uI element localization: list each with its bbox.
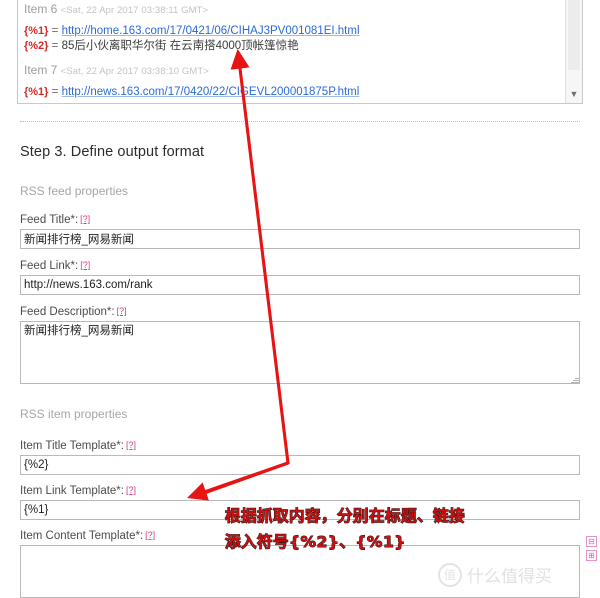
item-title-template-input[interactable] [20,455,580,475]
help-icon[interactable]: [?] [80,214,90,224]
preview-scrollbar[interactable]: ▼ [565,0,582,103]
feed-link-label-text: Feed Link*: [20,260,79,272]
preview-item-label: Item 7 [24,63,58,77]
annotation-text: 根据抓取内容，分别在标题、链接 添入符号{%2}、{%1} [225,507,466,552]
item-title-template-label: Item Title Template*: [?] [20,440,136,452]
feed-properties-section-label: RSS feed properties [20,184,129,198]
preview-item-date: <Sat, 22 Apr 2017 03:38:10 GMT> [60,66,209,77]
items-preview-content: Item 6 <Sat, 22 Apr 2017 03:38:11 GMT> {… [18,0,565,103]
item-link-template-label: Item Link Template*: [?] [20,485,136,497]
preview-field-row: {%1} = http://home.163.com/17/0421/06/CI… [24,24,559,39]
item-properties-section-label: RSS item properties [20,407,128,421]
preview-field-value-link[interactable]: http://home.163.com/17/0421/06/CIHAJ3PV0… [62,25,360,37]
preview-field-row: {%2} = 85后小伙离职华尔街 在云南搭4000顶帐篷惊艳 [24,39,559,54]
preview-field-equals: = [51,86,59,98]
feed-title-input[interactable] [20,229,580,249]
preview-item-header: Item 7 <Sat, 22 Apr 2017 03:38:10 GMT> [24,63,559,79]
items-preview-panel: Item 6 <Sat, 22 Apr 2017 03:38:11 GMT> {… [17,0,583,104]
feed-description-label-text: Feed Description*: [20,306,115,318]
scroll-down-arrow-icon[interactable]: ▼ [566,86,582,103]
item-title-template-label-text: Item Title Template*: [20,440,124,452]
preview-field-value-link[interactable]: http://news.163.com/17/0420/22/CIGEVL200… [62,86,360,98]
help-icon[interactable]: [?] [145,530,155,540]
collapse-icon[interactable]: ⊟ [586,536,597,547]
help-icon[interactable]: [?] [80,260,90,270]
feed-link-label: Feed Link*: [?] [20,260,90,272]
item-link-template-label-text: Item Link Template*: [20,485,124,497]
scrollbar-thumb[interactable] [568,0,580,70]
preview-field-row: {%1} = http://news.163.com/17/0420/22/CI… [24,85,559,100]
section-divider [20,121,580,123]
help-icon[interactable]: [?] [126,440,136,450]
watermark-logo-icon: 值 [438,562,462,587]
preview-field-value-text: 85后小伙离职华尔街 在云南搭4000顶帐篷惊艳 [61,40,299,52]
feed-title-label-text: Feed Title*: [20,214,79,226]
preview-field-key: {%1} [24,86,49,98]
feed-description-textarea[interactable] [20,321,580,384]
feed-link-input[interactable] [20,275,580,295]
item-content-template-label-text: Item Content Template*: [20,530,144,542]
page-title: Step 3. Define output format [20,144,205,160]
feed-title-label: Feed Title*: [?] [20,214,90,226]
preview-item-label: Item 6 [24,2,58,16]
help-icon[interactable]: [?] [126,485,136,495]
panel-toggle-icons: ⊟ ⊞ [586,536,597,561]
watermark-text: 什么值得买 [467,567,552,587]
preview-field-key: {%2} [24,40,49,52]
preview-item-date: <Sat, 22 Apr 2017 03:38:11 GMT> [60,5,209,16]
help-icon[interactable]: [?] [117,306,127,316]
watermark: 值 什么值得买 [438,562,552,587]
preview-item-header: Item 6 <Sat, 22 Apr 2017 03:38:11 GMT> [24,2,559,18]
preview-field-equals: = [51,40,59,52]
preview-field-key: {%1} [24,25,49,37]
preview-field-equals: = [51,25,59,37]
item-content-template-label: Item Content Template*: [?] [20,530,155,542]
feed-description-label: Feed Description*: [?] [20,306,127,318]
expand-icon[interactable]: ⊞ [586,550,597,561]
preview-spacer [24,54,559,63]
